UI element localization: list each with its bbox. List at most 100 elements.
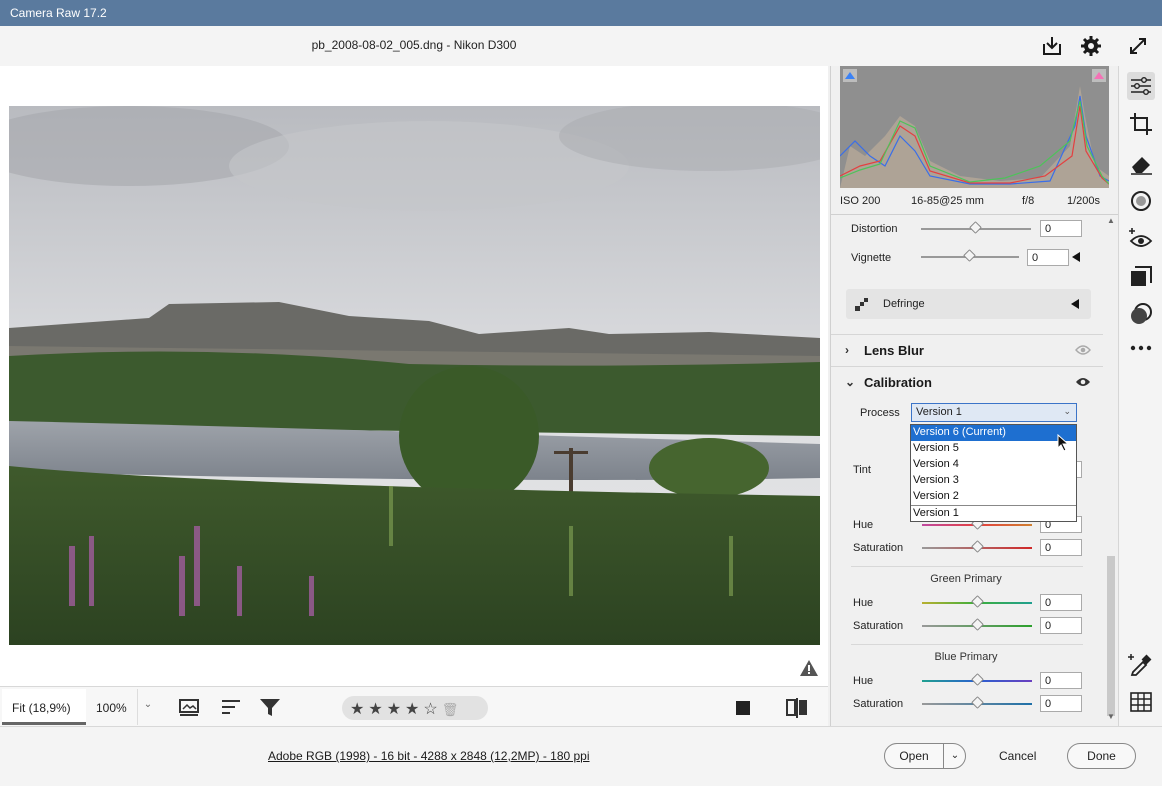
star-icon[interactable]: ★	[350, 701, 368, 718]
star-icon[interactable]: ★	[405, 701, 423, 718]
process-version-select[interactable]: Version 1 ⌄	[911, 403, 1077, 422]
blue-saturation-slider-thumb[interactable]	[971, 696, 984, 709]
green-hue-label: Hue	[853, 597, 874, 609]
fullscreen-icon[interactable]	[1126, 34, 1150, 58]
red-hue-label: Hue	[853, 519, 874, 531]
divider	[851, 566, 1083, 567]
before-after-icon[interactable]	[784, 695, 810, 721]
warning-icon[interactable]	[798, 658, 820, 678]
done-button[interactable]: Done	[1067, 743, 1136, 769]
green-hue-slider-thumb[interactable]	[971, 595, 984, 608]
star-empty-icon[interactable]: ☆	[423, 701, 441, 718]
section-calibration[interactable]: ⌄ Calibration	[831, 366, 1103, 396]
zoom-100-button[interactable]: 100%	[86, 689, 138, 725]
green-saturation-field[interactable]: 0	[1040, 617, 1082, 634]
window-title-bar: Camera Raw 17.2	[0, 0, 1162, 26]
lens-value: 16-85@25 mm	[911, 195, 984, 207]
zoom-fit-button[interactable]: Fit (18,9%)	[2, 689, 86, 725]
open-button-label: Open	[899, 749, 929, 763]
process-option[interactable]: Version 2	[911, 489, 1076, 505]
expand-left-icon[interactable]	[1070, 298, 1080, 310]
tool-strip	[1118, 66, 1162, 726]
blue-saturation-field[interactable]: 0	[1040, 695, 1082, 712]
red-saturation-field[interactable]: 0	[1040, 539, 1082, 556]
crop-icon[interactable]	[1127, 110, 1155, 138]
scrollbar-thumb[interactable]	[1107, 556, 1115, 716]
workflow-options-link[interactable]: Adobe RGB (1998) - 16 bit - 4288 x 2848 …	[268, 749, 590, 763]
filmstrip-icon[interactable]	[177, 695, 203, 721]
window-title: Camera Raw 17.2	[10, 6, 107, 20]
distortion-slider-thumb[interactable]	[969, 221, 982, 234]
single-view-icon[interactable]	[732, 695, 758, 721]
shadow-clipping-icon[interactable]	[843, 69, 857, 82]
process-option[interactable]: Version 1	[911, 506, 1076, 522]
process-option[interactable]: Version 5	[911, 441, 1076, 457]
vignette-slider-thumb[interactable]	[963, 249, 976, 262]
red-eye-icon[interactable]	[1127, 225, 1155, 253]
edit-sliders-icon[interactable]	[1127, 72, 1155, 100]
snapshots-icon[interactable]	[1127, 300, 1155, 328]
filter-icon[interactable]	[257, 695, 283, 721]
defringe-icon	[854, 296, 870, 312]
green-hue-field[interactable]: 0	[1040, 594, 1082, 611]
process-selected-value: Version 1	[916, 406, 962, 418]
cancel-button[interactable]: Cancel	[999, 743, 1036, 769]
defringe-label: Defringe	[883, 298, 925, 310]
vignette-label: Vignette	[851, 252, 892, 264]
iso-value: ISO 200	[840, 195, 881, 207]
blue-hue-field[interactable]: 0	[1040, 672, 1082, 689]
zoom-dropdown-chevron-icon[interactable]: ⌄	[140, 699, 156, 715]
star-icon[interactable]: ★	[387, 701, 405, 718]
process-option[interactable]: Version 4	[911, 457, 1076, 473]
chevron-down-icon[interactable]: ⌄	[946, 744, 964, 768]
trash-icon[interactable]: 🗑	[442, 702, 463, 717]
image-canvas[interactable]	[0, 66, 828, 686]
vignette-field[interactable]: 0	[1027, 249, 1069, 266]
divider	[831, 214, 1119, 215]
scroll-up-icon[interactable]: ▲	[1107, 216, 1115, 225]
save-download-icon[interactable]	[1040, 34, 1064, 58]
distortion-field[interactable]: 0	[1040, 220, 1082, 237]
section-title: Calibration	[864, 375, 932, 390]
blue-hue-slider-thumb[interactable]	[971, 673, 984, 686]
visibility-eye-icon[interactable]	[1075, 376, 1091, 388]
grid-icon[interactable]	[1127, 688, 1155, 716]
green-saturation-slider-thumb[interactable]	[971, 618, 984, 631]
open-button[interactable]: Open ⌄	[884, 743, 966, 769]
chevron-right-icon: ›	[845, 343, 849, 357]
chevron-down-icon: ⌄	[1063, 406, 1071, 416]
more-icon[interactable]	[1127, 334, 1155, 362]
red-saturation-slider-thumb[interactable]	[971, 540, 984, 553]
highlight-clipping-icon[interactable]	[1092, 69, 1106, 82]
defringe-button[interactable]: Defringe	[846, 289, 1091, 319]
presets-icon[interactable]	[1127, 262, 1155, 290]
divider	[851, 644, 1083, 645]
process-option[interactable]: Version 3	[911, 473, 1076, 489]
panel-scrollbar[interactable]: ▲ ▼	[1105, 216, 1117, 726]
expand-left-icon[interactable]	[1071, 251, 1081, 263]
process-label: Process	[860, 407, 900, 419]
file-title: pb_2008-08-02_005.dng - Nikon D300	[311, 38, 517, 52]
eraser-icon[interactable]	[1127, 149, 1155, 177]
color-sampler-icon[interactable]	[1127, 650, 1155, 678]
edit-panel: ISO 200 16-85@25 mm f/8 1/200s Distortio…	[830, 66, 1119, 726]
scroll-down-icon[interactable]: ▼	[1107, 712, 1115, 721]
green-primary-title: Green Primary	[930, 573, 1002, 585]
distortion-label: Distortion	[851, 223, 898, 235]
star-icon[interactable]: ★	[368, 701, 386, 718]
star-rating: ★★★★☆🗑	[342, 696, 488, 720]
mask-icon[interactable]	[1127, 187, 1155, 215]
sort-icon[interactable]	[219, 695, 245, 721]
section-title: Lens Blur	[864, 343, 924, 358]
visibility-eye-icon[interactable]	[1075, 344, 1091, 356]
process-option[interactable]: Version 6 (Current)	[911, 425, 1076, 441]
histogram	[840, 66, 1109, 188]
shutter-value: 1/200s	[1067, 195, 1101, 207]
blue-saturation-label: Saturation	[853, 698, 904, 710]
gear-icon[interactable]	[1079, 34, 1103, 58]
process-version-dropdown: Version 6 (Current) Version 5 Version 4 …	[910, 424, 1077, 522]
photo-preview[interactable]	[9, 106, 820, 645]
view-toolbar: Fit (18,9%) 100% ⌄ ★★★★☆🗑	[0, 686, 828, 726]
section-lens-blur[interactable]: › Lens Blur	[831, 334, 1103, 364]
divider	[943, 744, 944, 768]
